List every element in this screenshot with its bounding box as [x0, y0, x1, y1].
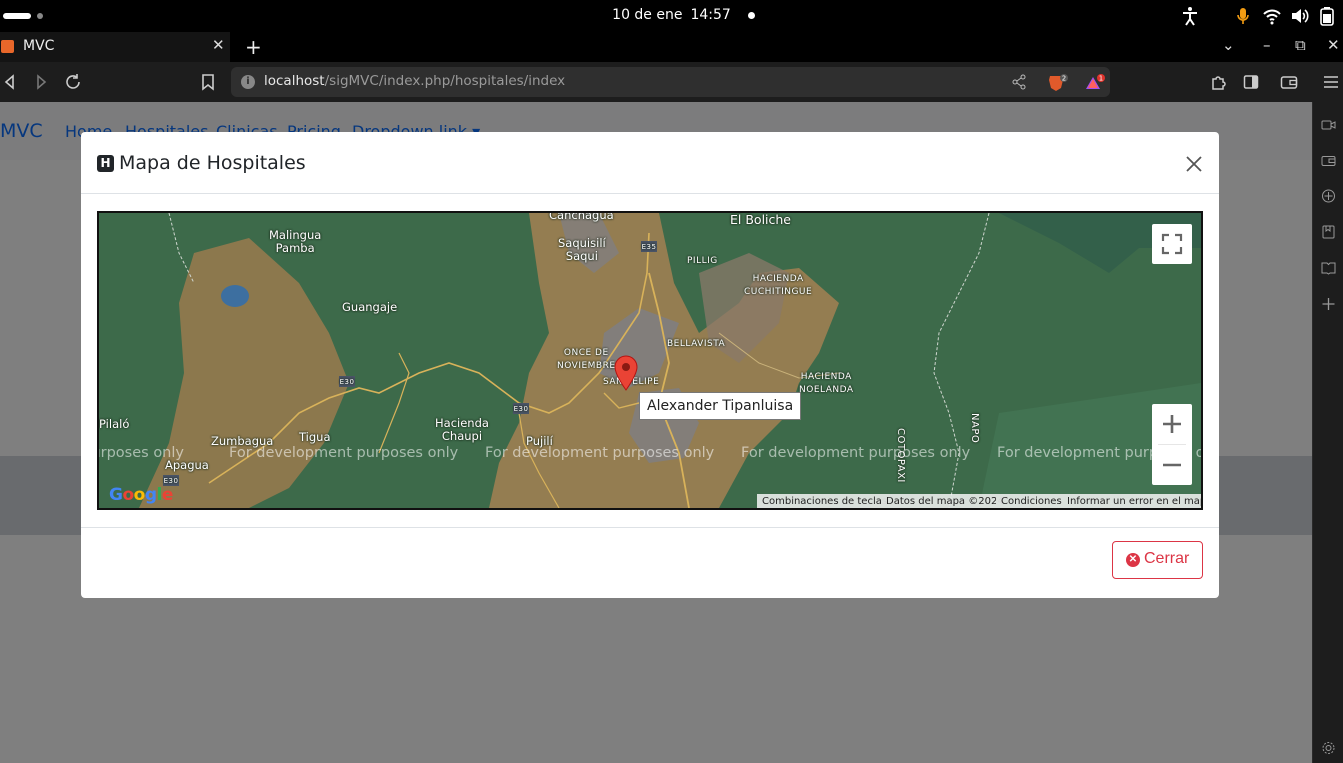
map-terrain — [99, 213, 1201, 508]
share-icon[interactable] — [1011, 74, 1027, 94]
map-label: Pilaló — [99, 417, 130, 431]
map-label: BELLAVISTA — [667, 339, 726, 349]
map-label: NAPO — [969, 413, 980, 444]
menu-icon[interactable] — [1323, 72, 1339, 96]
map-label: HACIENDA NOELANDA — [799, 372, 854, 395]
hospital-map-modal: H Mapa de Hospitales E35 E30 E30 E30 Can… — [81, 132, 1219, 598]
modal-close-icon[interactable] — [1183, 153, 1205, 175]
zoom-out-button[interactable] — [1152, 445, 1192, 485]
highway-label-e30: E30 — [513, 405, 529, 413]
brave-shields-icon[interactable]: 2 — [1047, 74, 1068, 92]
tab-list-chevron-icon[interactable]: ⌄ — [1222, 36, 1235, 54]
wifi-icon[interactable] — [1262, 6, 1282, 26]
report-error-link[interactable]: Informar un error en el mapa — [1062, 494, 1201, 508]
address-url[interactable]: localhost/sigMVC/index.php/hospitales/in… — [264, 73, 565, 89]
zoom-in-button[interactable] — [1152, 404, 1192, 444]
forward-icon[interactable] — [33, 72, 49, 96]
microphone-icon[interactable] — [1236, 6, 1250, 26]
extensions-icon[interactable] — [1210, 72, 1228, 96]
leo-ai-icon[interactable] — [1321, 188, 1336, 207]
map-label: Saquisilí Saqui — [558, 236, 606, 263]
favicon-icon — [1, 40, 14, 53]
dev-watermark: For development purposes only — [229, 445, 459, 461]
system-top-bar: 10 de ene 14:57 — [0, 0, 1343, 32]
side-wallet-icon[interactable] — [1321, 152, 1336, 171]
close-window-icon[interactable]: ✕ — [1327, 36, 1340, 54]
highway-label-e35: E35 — [641, 243, 657, 251]
reading-list-icon[interactable] — [1321, 260, 1336, 279]
close-circle-icon: ✕ — [1126, 553, 1140, 567]
browser-toolbar: i localhost/sigMVC/index.php/hospitales/… — [0, 62, 1343, 102]
tab-close-icon[interactable]: ✕ — [212, 36, 225, 54]
bookmarks-panel-icon[interactable] — [1321, 224, 1336, 243]
wallet-icon[interactable] — [1280, 72, 1298, 96]
system-clock[interactable]: 10 de ene 14:57 — [0, 7, 1343, 23]
map-label: HACIENDA CUCHITINGUE — [744, 274, 813, 297]
fullscreen-button[interactable] — [1152, 224, 1192, 264]
volume-icon[interactable] — [1290, 6, 1310, 26]
map-label: El Boliche — [730, 212, 791, 227]
modal-title: Mapa de Hospitales — [119, 152, 306, 174]
battery-icon[interactable] — [1320, 6, 1334, 26]
browser-tab-strip: MVC ✕ + ⌄ – ⧉ ✕ — [0, 32, 1343, 62]
browser-tab[interactable]: MVC ✕ — [0, 32, 230, 62]
map-label: PILLIG — [687, 256, 718, 266]
brave-rewards-badge: 1 — [1099, 75, 1103, 83]
panel-settings-gear-icon[interactable] — [1321, 740, 1336, 759]
bookmark-icon[interactable] — [201, 72, 215, 96]
keyboard-shortcuts-link[interactable]: Combinaciones de teclas — [757, 494, 887, 508]
url-path: /sigMVC/index.php/hospitales/index — [324, 73, 566, 89]
address-bar[interactable]: i localhost/sigMVC/index.php/hospitales/… — [231, 67, 1110, 97]
reload-icon[interactable] — [64, 72, 82, 96]
dev-watermark: For development purposes only — [741, 445, 971, 461]
dev-watermark: For development purposes only — [99, 445, 184, 461]
tab-title: MVC — [23, 38, 55, 54]
browser-side-panel — [1312, 102, 1343, 763]
add-panel-icon[interactable] — [1321, 296, 1336, 315]
minus-icon — [1163, 463, 1181, 467]
site-info-icon[interactable]: i — [241, 75, 255, 89]
zoom-control — [1152, 404, 1192, 485]
modal-footer: ✕ Cerrar — [81, 527, 1219, 598]
new-tab-plus-icon[interactable]: + — [245, 35, 262, 59]
map-label: Canchagua — [549, 211, 614, 222]
fullscreen-icon — [1161, 233, 1183, 255]
map-label: Tigua — [299, 430, 331, 444]
back-icon[interactable] — [2, 72, 18, 96]
map-data-attribution: Datos del mapa ©2024 — [881, 494, 1004, 508]
brave-shields-badge: 2 — [1062, 75, 1066, 83]
modal-header: H Mapa de Hospitales — [81, 132, 1219, 194]
minimize-window-icon[interactable]: – — [1263, 36, 1271, 54]
google-map[interactable]: E35 E30 E30 E30 Canchagua El Boliche Mal… — [97, 211, 1203, 510]
hospital-h-icon: H — [97, 155, 114, 172]
map-label: Guangaje — [342, 300, 398, 314]
google-logo[interactable]: Google — [109, 485, 173, 505]
url-host: localhost — [264, 73, 325, 89]
hospital-marker-pin-icon[interactable] — [613, 355, 639, 395]
accessibility-icon[interactable] — [1181, 6, 1199, 26]
system-time: 14:57 — [690, 7, 731, 23]
map-label: Malingua Pamba — [269, 228, 322, 255]
system-date: 10 de ene — [612, 7, 683, 23]
dev-watermark: For development purposes only — [485, 445, 715, 461]
notification-dot-icon — [748, 12, 755, 19]
plus-icon — [1163, 415, 1181, 433]
brave-rewards-icon[interactable]: 1 — [1084, 74, 1105, 92]
sidebar-toggle-icon[interactable] — [1243, 72, 1259, 96]
marker-tooltip: Alexander Tipanluisa — [639, 392, 802, 420]
cerrar-label: Cerrar — [1144, 550, 1190, 567]
highway-label-e30: E30 — [339, 378, 355, 386]
map-label: Hacienda Chaupi — [435, 416, 489, 443]
cerrar-button[interactable]: ✕ Cerrar — [1112, 541, 1203, 579]
map-label: ONCE DE NOVIEMBRE — [557, 348, 616, 371]
maximize-window-icon[interactable]: ⧉ — [1295, 36, 1306, 54]
terms-link[interactable]: Condiciones — [996, 494, 1062, 508]
video-icon[interactable] — [1321, 116, 1336, 135]
